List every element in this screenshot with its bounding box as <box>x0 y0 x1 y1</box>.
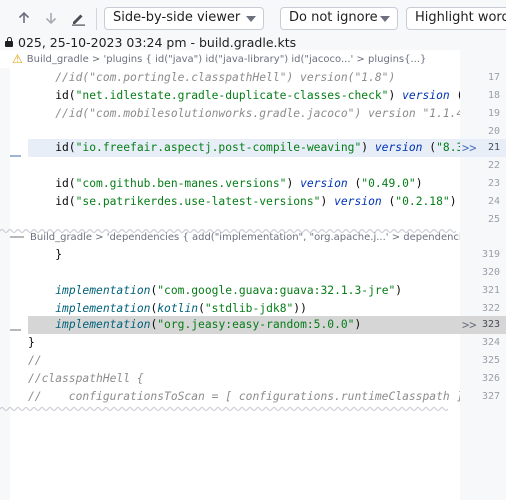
line-number: 17 <box>487 72 500 83</box>
code-keyword: version <box>374 141 423 154</box>
code-function: implementation <box>55 284 151 297</box>
code-text: ( <box>381 195 396 208</box>
line-number: 23 <box>487 178 500 189</box>
pencil-icon[interactable] <box>68 8 88 28</box>
code-string: "se.patrikerdes.use-latest-versions" <box>75 195 321 208</box>
code-string: "stdlib-jdk8" <box>204 302 294 315</box>
arrow-up-icon[interactable] <box>14 8 34 28</box>
line-number: 323 <box>481 319 500 330</box>
line-number: 319 <box>481 249 500 260</box>
breadcrumb-gutter <box>460 50 506 68</box>
apply-change-icon[interactable]: >> <box>462 139 476 157</box>
code-string: "org.jeasy:easy-random:5.0.0" <box>157 318 355 331</box>
code-string: "io.freefair.aspectj.post-compile-weavin… <box>75 141 362 154</box>
code-text: ) <box>354 318 362 331</box>
code-text: ) <box>361 141 375 154</box>
file-title: 025, 25-10-2023 03:24 pm - build.gradle.… <box>0 34 506 50</box>
apply-change-icon[interactable]: >> <box>462 316 476 334</box>
code-line: } <box>28 248 63 261</box>
code-line: //id("com.portingle.classpathHell") vers… <box>28 71 396 84</box>
code-text: id( <box>28 89 76 102</box>
line-number: 24 <box>487 196 500 207</box>
viewer-select[interactable]: Side-by-side viewer <box>104 7 264 30</box>
line-number: 18 <box>487 90 500 101</box>
code-text: ) <box>388 89 403 102</box>
code-function: implementation <box>55 302 151 315</box>
line-number: 324 <box>481 337 500 348</box>
breadcrumb[interactable]: ⚠ Build_gradle > 'plugins { id("java") i… <box>0 50 460 68</box>
code-line: // configurationsToScan = [ configuratio… <box>28 390 460 403</box>
code-text: id( <box>28 195 76 208</box>
code-line: //id("com.mobilesolutionworks.gradle.jac… <box>28 107 460 120</box>
code-string: "net.idlestate.gradle-duplicate-classes-… <box>75 89 389 102</box>
collapsed-region-separator[interactable] <box>0 406 506 412</box>
code-text: ) <box>395 284 403 297</box>
code-keyword: version <box>334 195 382 208</box>
change-marker <box>10 329 21 331</box>
highlight-select[interactable]: Highlight words <box>406 7 506 30</box>
code-line-changed: implementation("org.jeasy:easy-random:5.… <box>28 316 460 334</box>
code-text: ) <box>320 195 335 208</box>
code-text: ) <box>286 177 301 190</box>
line-number: 25 <box>487 214 500 225</box>
toolbar-separator <box>96 8 97 30</box>
viewer-select-label: Side-by-side viewer <box>113 10 241 25</box>
line-number: 320 <box>481 267 500 278</box>
code-string: "8.3" <box>436 141 460 154</box>
warning-icon: ⚠ <box>12 52 23 66</box>
code-text: ) <box>415 177 423 190</box>
code-text: ( <box>347 177 362 190</box>
code-text: ("1 <box>450 89 461 102</box>
code-line: } <box>28 336 35 349</box>
code-function: kotlin <box>157 302 199 315</box>
code-line: // <box>28 354 42 367</box>
code-line: //classpathHell { <box>28 372 144 385</box>
code-line: id("com.github.ben-manes.versions") vers… <box>28 175 460 193</box>
line-number: 325 <box>481 355 500 366</box>
code-string: "com.google.guava:guava:32.1.3-jre" <box>157 284 396 297</box>
code-text: ( <box>198 302 205 315</box>
breadcrumb-text: Build_gradle > 'plugins { id("java") id(… <box>26 53 427 65</box>
line-number: 19 <box>487 108 500 119</box>
diff-editor[interactable]: ⚠ Build_gradle > 'plugins { id("java") i… <box>0 50 506 500</box>
code-function: implementation <box>55 318 151 331</box>
line-number: 327 <box>481 391 500 402</box>
line-number: 22 <box>487 160 500 171</box>
line-number: 21 <box>487 142 500 153</box>
change-marker <box>10 236 24 238</box>
chevron-down-icon <box>246 16 256 22</box>
chevron-down-icon <box>380 16 390 22</box>
left-gutter <box>0 50 10 500</box>
code-text: id( <box>28 177 76 190</box>
toolbar: Side-by-side viewer Do not ignore Highli… <box>0 0 506 36</box>
arrow-down-icon[interactable] <box>41 8 61 28</box>
highlight-select-label: Highlight words <box>415 10 506 25</box>
lock-icon <box>4 37 14 47</box>
line-number: 326 <box>481 373 500 384</box>
ignore-select-label: Do not ignore <box>289 10 378 25</box>
ignore-select[interactable]: Do not ignore <box>280 7 398 30</box>
line-number: 321 <box>481 285 500 296</box>
breadcrumb-text: Build_gradle > 'dependencies { add("impl… <box>30 231 460 243</box>
code-text: )) <box>293 302 307 315</box>
code-line-changed: id("io.freefair.aspectj.post-compile-wea… <box>28 139 460 157</box>
code-keyword: version <box>300 177 348 190</box>
file-title-text: 025, 25-10-2023 03:24 pm - build.gradle.… <box>18 34 297 50</box>
code-line: implementation("com.google.guava:guava:3… <box>28 282 460 300</box>
code-string: "com.github.ben-manes.versions" <box>75 177 287 190</box>
breadcrumb[interactable]: Build_gradle > 'dependencies { add("impl… <box>30 228 460 246</box>
code-string: "0.49.0" <box>361 177 416 190</box>
code-text: id( <box>28 141 76 154</box>
code-line: id("net.idlestate.gradle-duplicate-class… <box>28 87 460 105</box>
change-marker <box>10 155 21 157</box>
code-text: ( <box>422 141 437 154</box>
code-text: ) <box>449 195 457 208</box>
code-line: id("se.patrikerdes.use-latest-versions")… <box>28 193 460 211</box>
code-keyword: version <box>402 89 450 102</box>
code-string: "0.2.18" <box>395 195 450 208</box>
